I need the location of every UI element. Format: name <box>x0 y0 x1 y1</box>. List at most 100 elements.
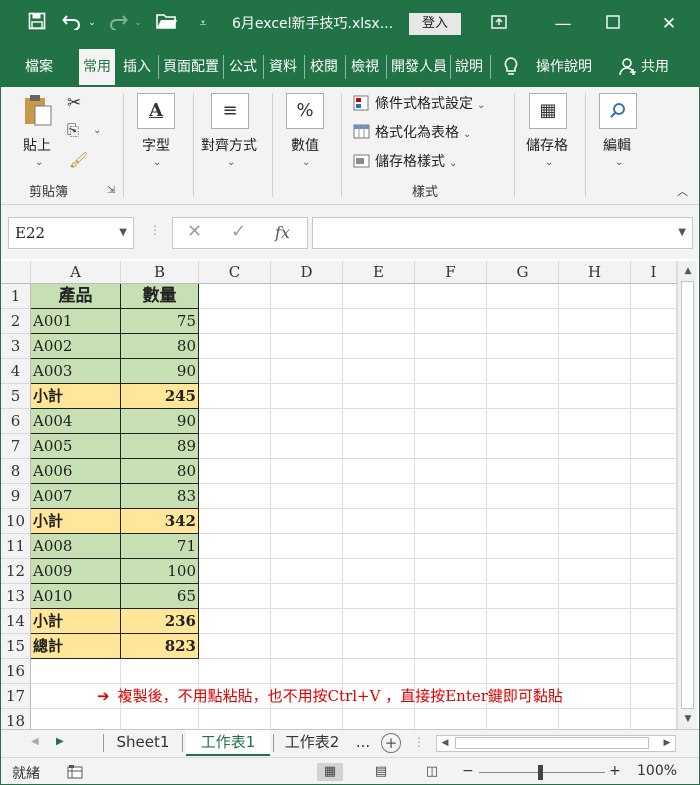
grid-cell[interactable] <box>271 434 343 459</box>
grid-cell[interactable] <box>343 384 415 409</box>
tab-formulas[interactable]: 公式 <box>229 47 257 87</box>
grid-cell[interactable] <box>559 634 631 659</box>
macro-record-icon[interactable] <box>67 764 83 784</box>
column-header-a[interactable]: A <box>31 261 121 284</box>
grid-cell[interactable] <box>559 309 631 334</box>
cell-product[interactable]: A006 <box>31 459 121 484</box>
grid-cell[interactable] <box>559 609 631 634</box>
grid-cell[interactable] <box>487 359 559 384</box>
grid-cell[interactable] <box>559 459 631 484</box>
editing-dropdown-icon[interactable]: ⌄ <box>615 157 623 168</box>
cell-quantity[interactable]: 75 <box>121 309 199 334</box>
grid-cell[interactable] <box>631 309 677 334</box>
grid-cell[interactable] <box>199 309 271 334</box>
grid-cell[interactable] <box>415 509 487 534</box>
grid-cell[interactable] <box>415 609 487 634</box>
column-header-b[interactable]: B <box>121 261 199 284</box>
cell-quantity[interactable]: 83 <box>121 484 199 509</box>
grid-cell[interactable] <box>343 534 415 559</box>
column-header-g[interactable]: G <box>487 261 559 284</box>
insert-function-icon[interactable]: fx <box>275 223 290 242</box>
share-button[interactable]: 共用 <box>641 47 669 87</box>
grid-cell[interactable] <box>415 559 487 584</box>
grid-cell[interactable] <box>487 484 559 509</box>
grid-cell[interactable] <box>271 659 343 684</box>
grid-cell[interactable] <box>487 709 559 729</box>
percent-icon[interactable]: % <box>286 93 324 129</box>
row-header[interactable]: 11 <box>1 534 31 559</box>
close-icon[interactable]: ✕ <box>649 11 689 37</box>
grid-cell[interactable] <box>199 284 271 309</box>
grid-cell[interactable] <box>559 334 631 359</box>
sheet-tab-worksheet2[interactable]: 工作表2 <box>276 730 348 756</box>
grid-cell[interactable] <box>559 709 631 729</box>
grid-cell[interactable] <box>199 484 271 509</box>
grid-cell[interactable] <box>343 609 415 634</box>
grid-cell[interactable] <box>271 359 343 384</box>
grid-cell[interactable] <box>415 459 487 484</box>
minimize-icon[interactable]: — <box>543 11 583 37</box>
cell-product[interactable]: A004 <box>31 409 121 434</box>
grid-cell[interactable] <box>343 484 415 509</box>
grid-cell[interactable] <box>559 359 631 384</box>
cell-quantity[interactable]: 90 <box>121 409 199 434</box>
row-header[interactable]: 14 <box>1 609 31 634</box>
grid-cell[interactable] <box>271 609 343 634</box>
grid-cell[interactable] <box>631 359 677 384</box>
grid-cell[interactable] <box>415 634 487 659</box>
grid-cell[interactable] <box>631 509 677 534</box>
grid-cell[interactable] <box>415 334 487 359</box>
cell-quantity[interactable]: 89 <box>121 434 199 459</box>
grid-cell[interactable] <box>271 634 343 659</box>
grid-cell[interactable] <box>415 484 487 509</box>
page-break-view-icon[interactable]: ◫ <box>419 763 445 781</box>
row-header[interactable]: 17 <box>1 684 31 709</box>
grid-cell[interactable] <box>343 659 415 684</box>
grid-cell[interactable] <box>631 634 677 659</box>
prev-sheet-icon[interactable]: ◀ <box>31 736 39 747</box>
page-layout-view-icon[interactable]: ▤ <box>368 763 394 781</box>
tab-file[interactable]: 檔案 <box>25 47 53 87</box>
row-header[interactable]: 2 <box>1 309 31 334</box>
grid-cell[interactable] <box>271 584 343 609</box>
column-header-f[interactable]: F <box>415 261 487 284</box>
undo-icon[interactable] <box>61 12 83 36</box>
grid-cell[interactable] <box>487 559 559 584</box>
grid-cell[interactable] <box>343 634 415 659</box>
grid-cell[interactable] <box>199 409 271 434</box>
grid-cell[interactable] <box>559 659 631 684</box>
grid-cell[interactable] <box>199 384 271 409</box>
grid-cell[interactable] <box>415 359 487 384</box>
grid-cell[interactable] <box>559 584 631 609</box>
cell-quantity[interactable] <box>121 659 199 684</box>
grid-cell[interactable] <box>199 334 271 359</box>
cell-quantity[interactable]: 數量 <box>121 284 199 309</box>
grid-cell[interactable] <box>415 584 487 609</box>
font-dropdown-icon[interactable]: ⌄ <box>153 157 161 168</box>
zoom-level[interactable]: 100% <box>637 763 677 779</box>
grid-cell[interactable] <box>271 459 343 484</box>
maximize-icon[interactable] <box>593 11 633 37</box>
cell-quantity[interactable] <box>121 709 199 729</box>
grid-cell[interactable] <box>199 434 271 459</box>
scroll-right-icon[interactable]: ▶ <box>659 736 675 751</box>
grid-cell[interactable] <box>271 509 343 534</box>
cell-quantity[interactable]: 342 <box>121 509 199 534</box>
cells-dropdown-icon[interactable]: ⌄ <box>545 157 553 168</box>
cell-quantity[interactable]: 65 <box>121 584 199 609</box>
grid-cell[interactable] <box>631 334 677 359</box>
cells-button[interactable]: 儲存格 <box>526 135 568 155</box>
row-header[interactable]: 18 <box>1 709 31 729</box>
grid-cell[interactable] <box>559 684 631 709</box>
grid-cell[interactable] <box>271 334 343 359</box>
format-painter-icon[interactable]: 🖌 <box>69 151 88 169</box>
grid-cell[interactable] <box>415 534 487 559</box>
grid-cell[interactable] <box>415 434 487 459</box>
alignment-icon[interactable]: ≡ <box>211 93 249 129</box>
grid-cell[interactable] <box>271 709 343 729</box>
tell-me-search[interactable]: 操作說明 <box>536 47 592 87</box>
zoom-out-button[interactable]: − <box>462 763 474 779</box>
open-folder-icon[interactable] <box>155 12 179 36</box>
grid-cell[interactable] <box>631 484 677 509</box>
cell-product[interactable]: A003 <box>31 359 121 384</box>
